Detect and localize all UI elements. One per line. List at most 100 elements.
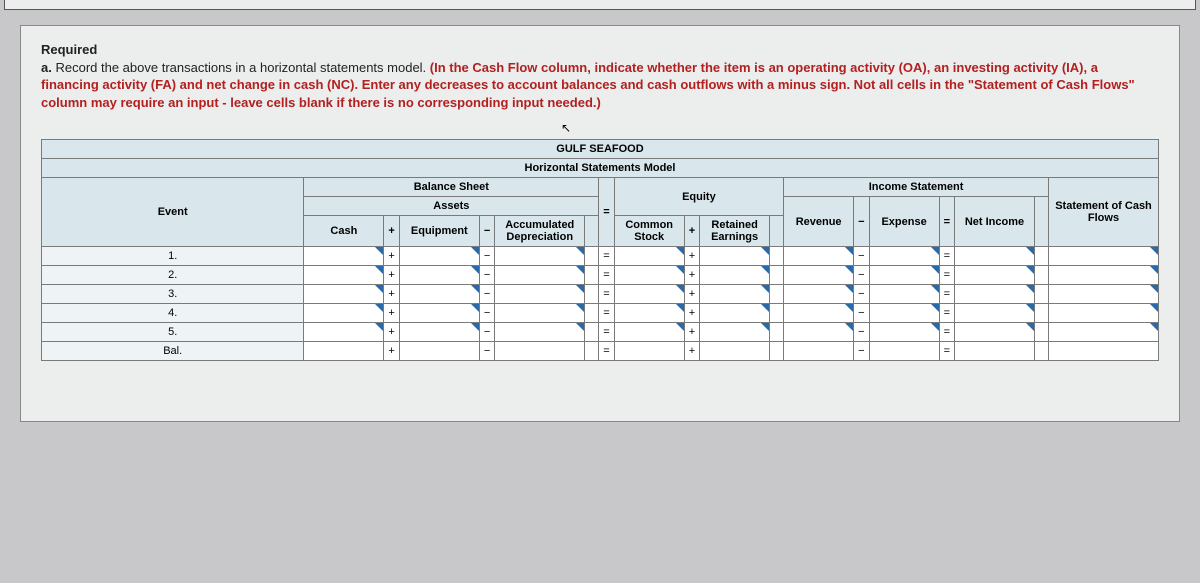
op-eq-inc-4: = xyxy=(939,323,954,342)
netincome-input-0[interactable] xyxy=(955,247,1035,266)
input-indicator-icon xyxy=(1150,247,1158,255)
revenue-input-2[interactable] xyxy=(784,285,854,304)
section-income-statement: Income Statement xyxy=(784,178,1049,197)
cash-input-5[interactable] xyxy=(304,342,384,361)
revenue-input-3[interactable] xyxy=(784,304,854,323)
equipment-input-3[interactable] xyxy=(399,304,479,323)
model-subtitle: Horizontal Statements Model xyxy=(42,159,1159,178)
op-minus-5: − xyxy=(479,342,494,361)
op-minus2-0: − xyxy=(854,247,869,266)
sp2-3 xyxy=(770,304,784,323)
op-plus2-2: + xyxy=(684,285,699,304)
equipment-input-5[interactable] xyxy=(399,342,479,361)
input-indicator-icon xyxy=(845,304,853,312)
equipment-input-4[interactable] xyxy=(399,323,479,342)
cash-input-4[interactable] xyxy=(304,323,384,342)
op-minus2-3: − xyxy=(854,304,869,323)
cashflow-input-2[interactable] xyxy=(1049,285,1159,304)
op-minus2-5: − xyxy=(854,342,869,361)
op-eq-bs-1: = xyxy=(599,266,614,285)
cashflow-input-1[interactable] xyxy=(1049,266,1159,285)
cashflow-input-4[interactable] xyxy=(1049,323,1159,342)
expense-input-4[interactable] xyxy=(869,323,939,342)
sp1-5 xyxy=(585,342,599,361)
input-indicator-icon xyxy=(676,323,684,331)
commonstock-input-5[interactable] xyxy=(614,342,684,361)
input-indicator-icon xyxy=(761,247,769,255)
accumdep-input-4[interactable] xyxy=(495,323,585,342)
sp2-0 xyxy=(770,247,784,266)
revenue-input-0[interactable] xyxy=(784,247,854,266)
sp3-2 xyxy=(1035,285,1049,304)
retearn-input-5[interactable] xyxy=(700,342,770,361)
statements-table: GULF SEAFOOD Horizontal Statements Model… xyxy=(41,139,1159,361)
retearn-input-1[interactable] xyxy=(700,266,770,285)
input-indicator-icon xyxy=(676,266,684,274)
revenue-input-5[interactable] xyxy=(784,342,854,361)
op-spacer-bs xyxy=(585,216,599,247)
netincome-input-1[interactable] xyxy=(955,266,1035,285)
sp1-2 xyxy=(585,285,599,304)
netincome-input-5[interactable] xyxy=(955,342,1035,361)
cashflow-input-3[interactable] xyxy=(1049,304,1159,323)
input-indicator-icon xyxy=(471,266,479,274)
op-plus2-3: + xyxy=(684,304,699,323)
accumdep-input-2[interactable] xyxy=(495,285,585,304)
accumdep-input-3[interactable] xyxy=(495,304,585,323)
expense-input-0[interactable] xyxy=(869,247,939,266)
equipment-input-2[interactable] xyxy=(399,285,479,304)
sp3-3 xyxy=(1035,304,1049,323)
retearn-input-0[interactable] xyxy=(700,247,770,266)
op-eq-inc-5: = xyxy=(939,342,954,361)
netincome-input-4[interactable] xyxy=(955,323,1035,342)
op-plus-cash: + xyxy=(384,216,399,247)
commonstock-input-3[interactable] xyxy=(614,304,684,323)
revenue-input-4[interactable] xyxy=(784,323,854,342)
sp2-4 xyxy=(770,323,784,342)
accumdep-input-5[interactable] xyxy=(495,342,585,361)
netincome-input-3[interactable] xyxy=(955,304,1035,323)
input-indicator-icon xyxy=(1150,304,1158,312)
cash-input-0[interactable] xyxy=(304,247,384,266)
commonstock-input-1[interactable] xyxy=(614,266,684,285)
cashflow-input-0[interactable] xyxy=(1049,247,1159,266)
input-indicator-icon xyxy=(471,304,479,312)
expense-input-2[interactable] xyxy=(869,285,939,304)
retearn-input-3[interactable] xyxy=(700,304,770,323)
op-plus2-4: + xyxy=(684,323,699,342)
commonstock-input-0[interactable] xyxy=(614,247,684,266)
sp1-3 xyxy=(585,304,599,323)
equipment-input-0[interactable] xyxy=(399,247,479,266)
input-indicator-icon xyxy=(761,323,769,331)
commonstock-input-4[interactable] xyxy=(614,323,684,342)
equipment-input-1[interactable] xyxy=(399,266,479,285)
netincome-input-2[interactable] xyxy=(955,285,1035,304)
op-minus2-2: − xyxy=(854,285,869,304)
cashflow-input-5[interactable] xyxy=(1049,342,1159,361)
input-indicator-icon xyxy=(931,304,939,312)
op-minus-4: − xyxy=(479,323,494,342)
commonstock-input-2[interactable] xyxy=(614,285,684,304)
outer-frame xyxy=(4,0,1196,10)
input-indicator-icon xyxy=(375,304,383,312)
cash-input-2[interactable] xyxy=(304,285,384,304)
expense-input-1[interactable] xyxy=(869,266,939,285)
group-assets: Assets xyxy=(304,197,599,216)
cash-input-1[interactable] xyxy=(304,266,384,285)
cash-input-3[interactable] xyxy=(304,304,384,323)
input-indicator-icon xyxy=(761,285,769,293)
expense-input-5[interactable] xyxy=(869,342,939,361)
revenue-input-1[interactable] xyxy=(784,266,854,285)
company-title: GULF SEAFOOD xyxy=(42,140,1159,159)
input-indicator-icon xyxy=(375,323,383,331)
required-heading: Required xyxy=(41,42,97,57)
expense-input-3[interactable] xyxy=(869,304,939,323)
op-minus-0: − xyxy=(479,247,494,266)
content-panel: Required a. Record the above transaction… xyxy=(20,25,1180,422)
retearn-input-2[interactable] xyxy=(700,285,770,304)
op-plus2-5: + xyxy=(684,342,699,361)
input-indicator-icon xyxy=(931,266,939,274)
accumdep-input-1[interactable] xyxy=(495,266,585,285)
accumdep-input-0[interactable] xyxy=(495,247,585,266)
retearn-input-4[interactable] xyxy=(700,323,770,342)
